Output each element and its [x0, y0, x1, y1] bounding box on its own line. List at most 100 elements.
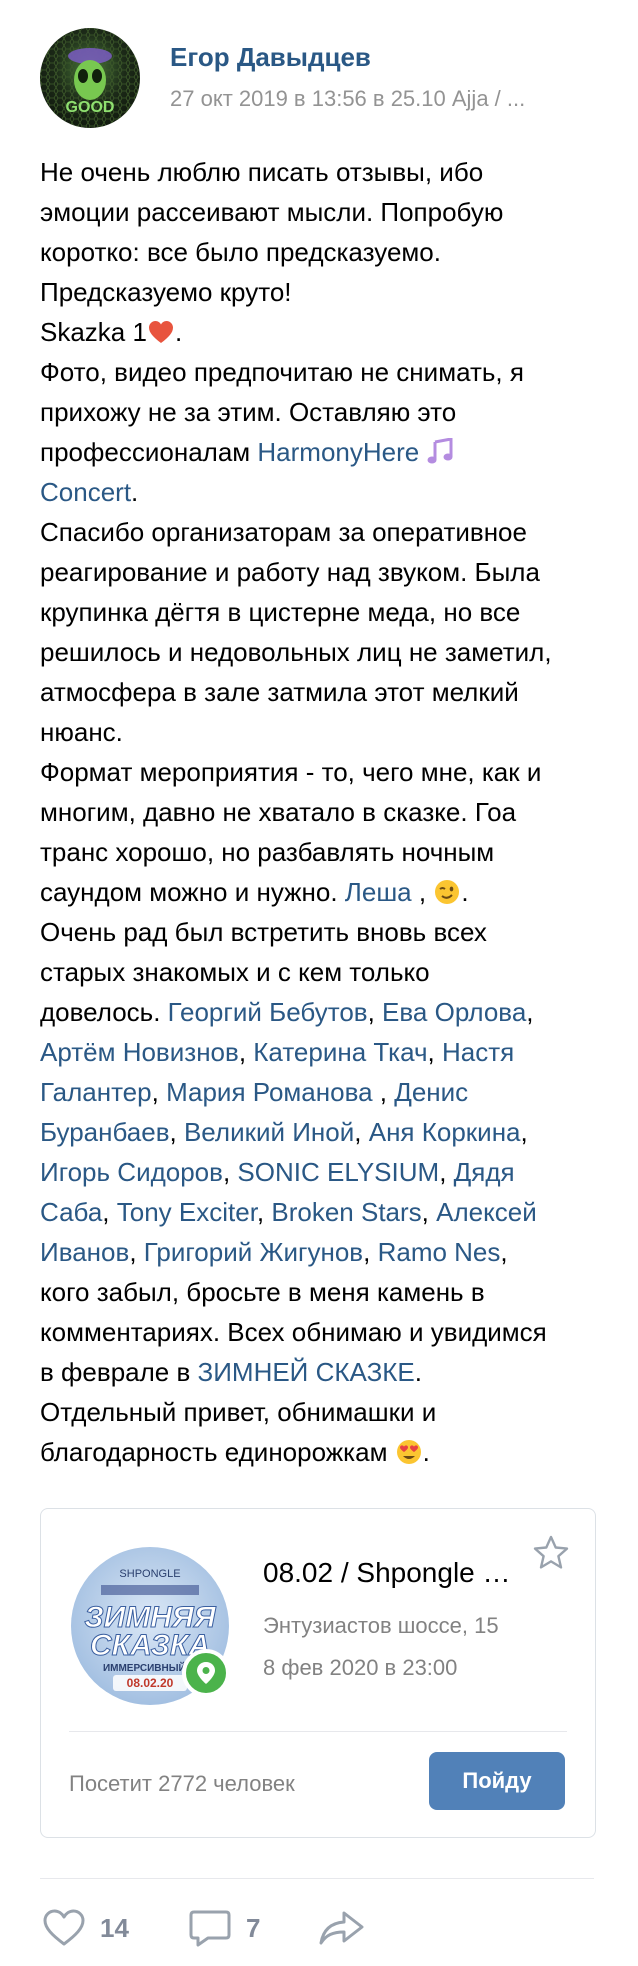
post-text-line: профессионалам HarmonyHere — [40, 432, 610, 472]
wall-post: GOOD Егор Давыдцев 27 окт 2019 в 13:56 в… — [0, 0, 638, 1966]
post-text-line: кого забыл, бросьте в меня камень в — [40, 1272, 610, 1312]
event-cover-date: 08.02.20 — [127, 1676, 174, 1690]
text-run: . — [422, 1437, 430, 1467]
text-run: Очень рад был встретить вновь всех — [40, 917, 487, 947]
post-meta[interactable]: 27 окт 2019 в 13:56 в 25.10 Ajja / ... — [170, 86, 590, 112]
text-run: , — [238, 1037, 254, 1067]
mention-link[interactable]: Ramo Nes — [378, 1237, 501, 1267]
post-text-line: Skazka 1. — [40, 312, 610, 352]
mention-link[interactable]: Настя — [442, 1037, 514, 1067]
post-text-line: Формат мероприятия - то, чего мне, как и — [40, 752, 610, 792]
comment-button[interactable]: 7 — [188, 1900, 260, 1956]
mention-link[interactable]: Concert — [40, 477, 131, 507]
text-run: кого забыл, бросьте в меня камень в — [40, 1277, 485, 1307]
text-run: , — [367, 997, 383, 1027]
text-run — [419, 437, 426, 467]
text-run: атмосфера в зале затмила этот мелкий — [40, 677, 519, 707]
text-run: , — [427, 1037, 442, 1067]
music-emoji-icon — [426, 437, 454, 465]
text-run: старых знакомых и с кем только — [40, 957, 430, 987]
mention-link[interactable]: Катерина Ткач — [253, 1037, 427, 1067]
post-text-line: благодарность единорожкам . — [40, 1432, 610, 1472]
post-text-line: нюанс. — [40, 712, 610, 752]
text-run: Отдельный привет, обнимашки и — [40, 1397, 437, 1427]
post-text-line: Concert. — [40, 472, 610, 512]
mention-link[interactable]: SONIC ELYSIUM — [237, 1157, 439, 1187]
mention-link[interactable]: Tony Exciter — [117, 1197, 257, 1227]
text-run: , — [500, 1237, 508, 1267]
text-run: , — [102, 1197, 117, 1227]
comment-icon — [189, 1910, 231, 1947]
text-run: . — [174, 317, 183, 347]
text-run: , — [411, 877, 434, 907]
text-run: . — [461, 877, 469, 907]
text-run: , — [354, 1117, 369, 1147]
post-text-line: в феврале в ЗИМНЕЙ СКАЗКЕ. — [40, 1352, 610, 1392]
text-run: . — [414, 1357, 422, 1387]
share-button[interactable] — [318, 1900, 366, 1956]
mention-link[interactable]: Буранбаев — [40, 1117, 170, 1147]
author-avatar[interactable]: GOOD — [40, 28, 140, 128]
text-run: решилось и недовольных лиц не заметил, — [40, 637, 552, 667]
event-title[interactable]: 08.02 / Shpongle Live... — [263, 1557, 523, 1589]
mention-link[interactable]: Леша — [345, 877, 412, 907]
text-run: профессионалам — [40, 437, 258, 467]
mention-link[interactable]: HarmonyHere — [257, 437, 419, 467]
text-run: комментариях. Всех обнимаю и увидимся — [40, 1317, 547, 1347]
mention-link[interactable]: Галантер — [40, 1077, 152, 1107]
text-run: . — [131, 477, 139, 507]
mention-link[interactable]: Алексей — [436, 1197, 537, 1227]
post-text-line: Спасибо организаторам за оперативное — [40, 512, 610, 552]
text-run: Фото, видео предпочитаю не снимать, я — [40, 357, 524, 387]
post-text-line: саундом можно и нужно. Леша , . — [40, 872, 610, 912]
mention-link[interactable]: Георгий Бебутов — [168, 997, 368, 1027]
post-text-line: Очень рад был встретить вновь всех — [40, 912, 610, 952]
author-name[interactable]: Егор Давыдцев — [170, 42, 371, 73]
text-run: , — [169, 1117, 184, 1147]
mention-link[interactable]: Дядя — [454, 1157, 515, 1187]
text-run: нюанс. — [40, 717, 123, 747]
text-run: крупинка дёгтя в цистерне меда, но все — [40, 597, 521, 627]
post-text-line: реагирование и работу над звуком. Была — [40, 552, 610, 592]
avatar-image: GOOD — [40, 28, 140, 128]
text-run: , — [222, 1157, 238, 1187]
text-run: , — [439, 1157, 454, 1187]
star-icon[interactable] — [531, 1533, 571, 1573]
post-text-line: Игорь Сидоров, SONIC ELYSIUM, Дядя — [40, 1152, 610, 1192]
post-text-line: Фото, видео предпочитаю не снимать, я — [40, 352, 610, 392]
text-run: , — [151, 1077, 167, 1107]
mention-link[interactable]: Великий Иной — [184, 1117, 354, 1147]
like-button[interactable]: 14 — [42, 1900, 129, 1956]
heart-icon — [43, 1909, 85, 1946]
mention-link[interactable]: Иванов — [40, 1237, 129, 1267]
mention-link[interactable]: Ева Орлова — [382, 997, 526, 1027]
mention-link[interactable]: Григорий Жигунов — [144, 1237, 363, 1267]
post-text-line: старых знакомых и с кем только — [40, 952, 610, 992]
mention-link[interactable]: Мария Романова — [166, 1077, 373, 1107]
text-run: коротко: все было предсказуемо. — [40, 237, 441, 267]
heart-eyes-emoji-icon — [395, 1437, 423, 1465]
mention-link[interactable]: Артём Новизнов — [40, 1037, 239, 1067]
mention-link[interactable]: Broken Stars — [271, 1197, 421, 1227]
text-run: транс хорошо, но разбавлять ночным — [40, 837, 495, 867]
event-cover-top: SHPONGLE — [119, 1568, 180, 1580]
mention-link[interactable]: Аня Коркина — [369, 1117, 521, 1147]
mention-link[interactable]: Денис — [394, 1077, 468, 1107]
text-run: многим, давно не хватало в сказке. Гоа — [40, 797, 517, 827]
post-text-line: Предсказуемо круто! — [40, 272, 610, 312]
mention-link[interactable]: Игорь Сидоров — [40, 1157, 223, 1187]
comment-count: 7 — [246, 1912, 261, 1943]
event-card[interactable]: SHPONGLE ЗИМНЯЯ СКАЗКА ИММЕРСИВНЫЙ Ф 08.… — [40, 1508, 596, 1838]
post-text-line: решилось и недовольных лиц не заметил, — [40, 632, 610, 672]
text-run: саундом можно и нужно. — [40, 877, 345, 907]
post-text-line: прихожу не за этим. Оставляю это — [40, 392, 610, 432]
text-run: , — [129, 1237, 144, 1267]
map-pin-icon — [182, 1649, 230, 1697]
text-run: благодарность единорожкам — [40, 1437, 395, 1467]
mention-link[interactable]: ЗИМНЕЙ СКАЗКЕ — [198, 1357, 415, 1387]
mention-link[interactable]: Саба — [40, 1197, 102, 1227]
text-run: , — [421, 1197, 437, 1227]
going-button[interactable]: Пойду — [429, 1752, 565, 1810]
post-text-line: эмоции рассеивают мысли. Попробую — [40, 192, 610, 232]
post-text-line: коротко: все было предсказуемо. — [40, 232, 610, 272]
